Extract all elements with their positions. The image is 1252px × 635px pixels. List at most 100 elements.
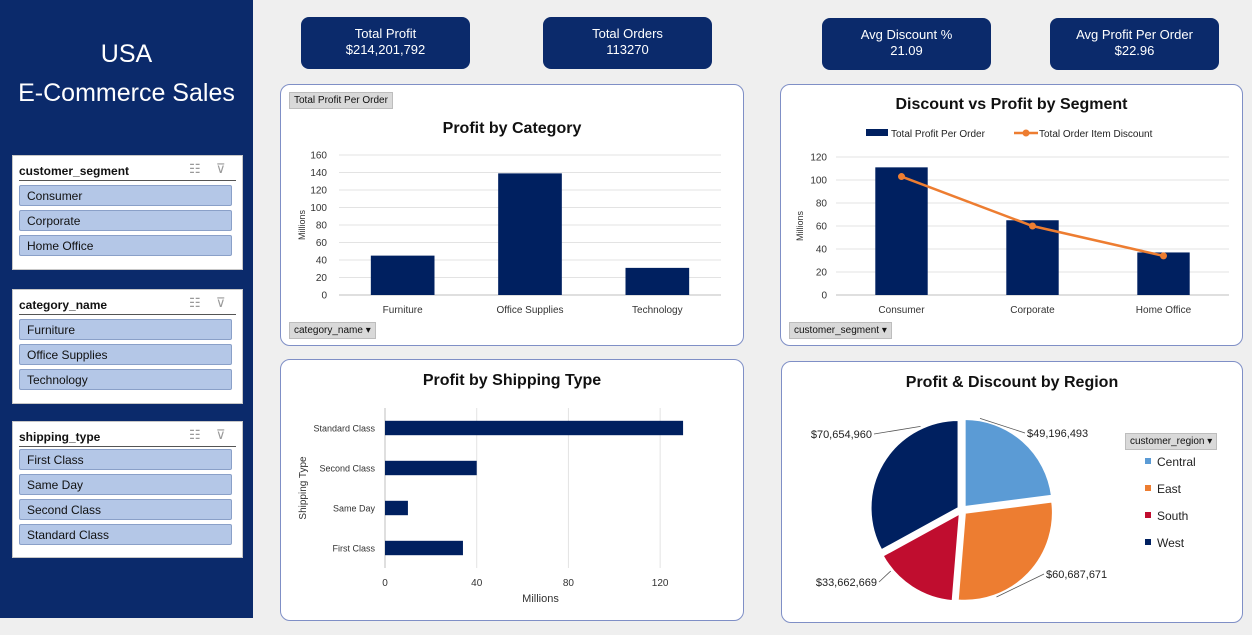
x-tick-label: Furniture [383, 305, 423, 316]
leader-line [878, 570, 891, 583]
kpi-value: 113270 [606, 42, 649, 57]
data-label: $70,654,960 [811, 429, 872, 441]
legend-swatch [1145, 512, 1151, 518]
slicer-customer-segment: customer_segment ☷ ⊽ Consumer Corporate … [12, 155, 243, 270]
multi-select-icon[interactable]: ☷ [189, 295, 201, 311]
x-tick-label: Office Supplies [496, 305, 563, 316]
y-tick-label: 120 [310, 186, 327, 197]
x-tick-label: 0 [382, 578, 388, 589]
legend-label: South [1157, 509, 1188, 523]
legend-label-profit: Total Profit Per Order [891, 129, 986, 140]
line-point [898, 173, 905, 181]
x-tick-label: Technology [632, 305, 683, 316]
y-tick-label: 140 [310, 168, 327, 179]
kpi-value: 21.09 [890, 43, 923, 58]
slicer-item-consumer[interactable]: Consumer [19, 185, 232, 206]
filter-button-label: customer_segment [794, 325, 880, 336]
panel-profit-by-region: Profit & Discount by Region customer_reg… [781, 361, 1243, 623]
kpi-label: Avg Discount % [860, 27, 953, 42]
legend-swatch [1145, 458, 1151, 464]
panel-profit-by-shipping: Profit by Shipping Type 0 40 80 120 Millions… [280, 359, 744, 621]
slicer-item-second-class[interactable]: Second Class [19, 499, 232, 520]
y-tick-label: First Class [333, 544, 376, 554]
pie-slice [956, 500, 1054, 602]
slicer-header: customer_segment [19, 164, 130, 178]
bar [370, 255, 435, 295]
divider [19, 180, 236, 181]
chart-profit-by-category: 0 20 40 60 80 100 120 140 160 Millions Furniture Of… [297, 151, 721, 316]
slicer-item-office-supplies[interactable]: Office Supplies [19, 344, 232, 365]
kpi-value: $22.96 [1114, 43, 1155, 58]
legend-swatch [1145, 485, 1151, 491]
y-tick-label: 40 [316, 256, 328, 267]
bar [385, 540, 463, 556]
chart-profit-by-region: $49,196,493 $60,687,671 $33,662,669 $70,654… [811, 417, 1196, 603]
x-tick-label: 80 [563, 578, 575, 589]
slicer-item-technology[interactable]: Technology [19, 369, 232, 390]
y-tick-label: Second Class [319, 464, 375, 474]
data-label: $49,196,493 [1027, 428, 1088, 440]
multi-select-icon[interactable]: ☷ [189, 427, 201, 443]
slicer-item-corporate[interactable]: Corporate [19, 210, 232, 231]
panel-discount-vs-profit: Discount vs Profit by Segment 0 20 40 60 80 1… [780, 84, 1243, 346]
filter-button-label: category_name [294, 325, 363, 336]
data-label: $60,687,671 [1046, 569, 1107, 581]
y-tick-label: 0 [321, 291, 327, 302]
y-tick-label: Same Day [333, 504, 376, 514]
x-tick-label: Consumer [878, 305, 925, 316]
kpi-label: Total Profit [354, 26, 417, 41]
clear-filter-icon[interactable]: ⊽ [216, 161, 226, 177]
x-tick-label: Corporate [1010, 305, 1055, 316]
chart-profit-by-shipping: 0 40 80 120 Millions Shipping Type Standard Cl… [298, 408, 684, 605]
clear-filter-icon[interactable]: ⊽ [216, 295, 226, 311]
slicer-item-first-class[interactable]: First Class [19, 449, 232, 470]
kpi-label: Avg Profit Per Order [1076, 27, 1193, 42]
data-label: $33,662,669 [816, 577, 877, 589]
legend-label: West [1157, 536, 1185, 550]
kpi-total-profit: Total Profit $214,201,792 [301, 17, 470, 69]
y-tick-label: 100 [310, 203, 327, 214]
x-tick-label: 40 [471, 578, 483, 589]
y-tick-label: 80 [316, 221, 328, 232]
clear-filter-icon[interactable]: ⊽ [216, 427, 226, 443]
panel-profit-by-category: Total Profit Per Order Profit by Categor… [280, 84, 744, 346]
slicer-item-standard-class[interactable]: Standard Class [19, 524, 232, 545]
kpi-avg-profit-per-order: Avg Profit Per Order $22.96 [1050, 18, 1219, 70]
sidebar: USA E-Commerce Sales customer_segment ☷ … [0, 0, 253, 618]
legend-label: Central [1157, 455, 1196, 469]
legend-swatch-bar [866, 129, 888, 136]
y-tick-label: 60 [816, 222, 828, 233]
dashboard-title-line2: E-Commerce Sales [18, 79, 235, 107]
bar [385, 460, 477, 476]
line-point [1160, 252, 1167, 260]
multi-select-icon[interactable]: ☷ [189, 161, 201, 177]
y-tick-label: 160 [310, 151, 327, 162]
y-tick-label: 80 [816, 199, 828, 210]
bar [498, 173, 562, 295]
x-tick-label: Home Office [1136, 305, 1192, 316]
kpi-total-orders: Total Orders 113270 [543, 17, 712, 69]
y-axis-label: Millions [297, 210, 307, 241]
y-tick-label: 0 [821, 291, 827, 302]
slicer-item-furniture[interactable]: Furniture [19, 319, 232, 340]
divider [19, 314, 236, 315]
bar [385, 500, 408, 516]
bar [625, 267, 690, 295]
line-point [1029, 222, 1036, 230]
y-tick-label: 20 [816, 268, 828, 279]
filter-button-category[interactable]: category_name ▾ [289, 322, 376, 339]
kpi-label: Total Orders [592, 26, 663, 41]
slicer-item-same-day[interactable]: Same Day [19, 474, 232, 495]
bar [385, 420, 684, 436]
y-tick-label: 60 [316, 238, 328, 249]
slicer-item-home-office[interactable]: Home Office [19, 235, 232, 256]
x-axis-label: Millions [522, 593, 559, 605]
slicer-shipping-type: shipping_type ☷ ⊽ First Class Same Day S… [12, 421, 243, 558]
bar [875, 167, 928, 295]
slicer-header: shipping_type [19, 430, 101, 444]
legend-marker [1022, 129, 1030, 137]
y-tick-label: Standard Class [313, 424, 375, 434]
legend-label: East [1157, 482, 1182, 496]
y-tick-label: 100 [810, 176, 827, 187]
filter-button-segment[interactable]: customer_segment ▾ [789, 322, 892, 339]
